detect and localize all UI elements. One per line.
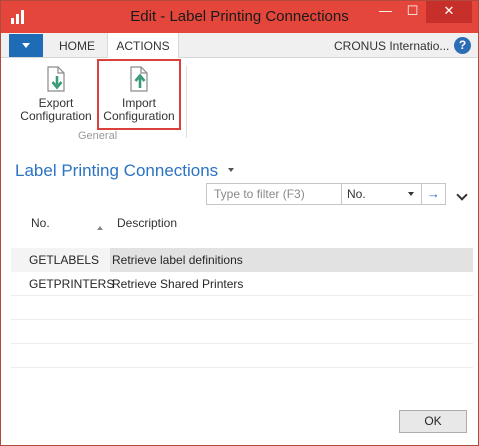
row-no[interactable]: GETPRINTERS	[29, 277, 114, 291]
tab-actions[interactable]: ACTIONS	[107, 33, 179, 59]
dialog-window: Edit - Label Printing Connections — ☐ ✕ …	[0, 0, 479, 446]
export-configuration-button[interactable]: Export Configuration	[17, 61, 95, 129]
filter-divider-2	[421, 184, 422, 204]
company-name[interactable]: CRONUS Internatio...	[334, 39, 449, 53]
row-no[interactable]: GETLABELS	[29, 253, 99, 267]
tab-home[interactable]: HOME	[48, 33, 106, 58]
filter-divider	[341, 184, 342, 204]
empty-row	[11, 368, 473, 392]
title-bar[interactable]: Edit - Label Printing Connections — ☐ ✕	[1, 1, 478, 33]
import-icon	[130, 66, 148, 92]
close-button[interactable]: ✕	[426, 1, 472, 23]
minimize-button[interactable]: —	[372, 1, 399, 23]
column-header-description[interactable]: Description	[117, 216, 177, 230]
ribbon-panel: Export Configuration Import Configuratio…	[1, 58, 478, 147]
maximize-button[interactable]: ☐	[399, 1, 426, 23]
empty-row	[11, 296, 473, 320]
title-chevron-down-icon[interactable]	[228, 168, 234, 172]
filter-field-select[interactable]: No.	[347, 187, 366, 201]
ribbon-group-divider	[186, 66, 187, 138]
collapse-chevron-icon[interactable]	[456, 189, 468, 201]
import-label-line2: Configuration	[103, 109, 175, 123]
table-row[interactable]: GETPRINTERS Retrieve Shared Printers	[11, 272, 473, 296]
help-icon[interactable]: ?	[454, 37, 471, 54]
empty-row	[11, 320, 473, 344]
row-description: Retrieve Shared Printers	[112, 277, 244, 291]
dropdown-arrow-icon[interactable]	[408, 192, 414, 196]
filter-bar: No. →	[206, 183, 446, 205]
ribbon-group-label: General	[78, 130, 118, 142]
list-header: No. Description	[11, 206, 473, 244]
ok-button[interactable]: OK	[399, 410, 467, 433]
export-icon	[47, 66, 65, 92]
import-configuration-button[interactable]: Import Configuration	[97, 59, 181, 130]
list-rows: GETLABELS Retrieve label definitions GET…	[11, 248, 473, 398]
chevron-down-icon	[22, 43, 30, 48]
table-row[interactable]: GETLABELS Retrieve label definitions	[11, 248, 473, 272]
page-title[interactable]: Label Printing Connections	[15, 161, 218, 181]
sort-ascending-icon	[97, 226, 103, 230]
arrow-right-icon[interactable]: →	[424, 185, 443, 203]
ribbon-tab-bar: HOME ACTIONS CRONUS Internatio... ?	[1, 33, 478, 59]
filter-input[interactable]	[207, 184, 340, 204]
row-description: Retrieve label definitions	[112, 253, 243, 267]
application-menu-button[interactable]	[9, 34, 43, 57]
export-label-line2: Configuration	[20, 109, 92, 123]
empty-row	[11, 344, 473, 368]
column-header-no[interactable]: No.	[31, 216, 50, 230]
